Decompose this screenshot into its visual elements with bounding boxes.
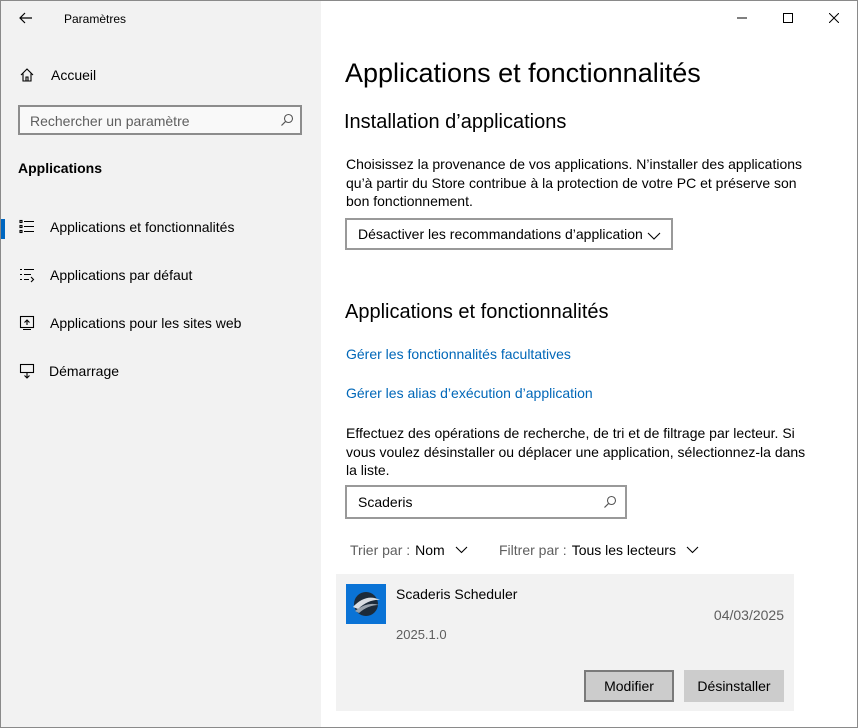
search-icon[interactable] xyxy=(280,113,294,132)
window-controls xyxy=(719,1,857,35)
sidebar-item-label: Démarrage xyxy=(49,363,120,379)
sort-label: Trier par : xyxy=(350,542,411,558)
minimize-icon xyxy=(737,17,747,19)
filter-label: Filtrer par : xyxy=(499,542,567,558)
settings-window: Paramètres Accueil Rechercher un paramèt… xyxy=(0,0,858,728)
app-install-date: 04/03/2025 xyxy=(713,607,784,623)
sidebar-item-label: Applications et fonctionnalités xyxy=(50,219,235,235)
app-list-item[interactable]: Scaderis Scheduler 04/03/2025 2025.1.0 M… xyxy=(336,574,794,711)
sidebar-item-default-apps[interactable]: Applications par défaut xyxy=(1,255,321,295)
sidebar-item-home-label: Accueil xyxy=(51,67,97,83)
settings-search-placeholder: Rechercher un paramètre xyxy=(30,113,190,129)
app-icon xyxy=(346,584,386,624)
app-search-input[interactable]: Scaderis xyxy=(345,485,627,519)
default-apps-icon xyxy=(18,266,36,284)
install-section-description: Choisissez la provenance de vos applicat… xyxy=(346,156,803,209)
selected-indicator xyxy=(1,219,5,239)
uninstall-button[interactable]: Désinstaller xyxy=(684,670,784,702)
apps-features-icon xyxy=(18,218,36,236)
sidebar: Paramètres Accueil Rechercher un paramèt… xyxy=(1,1,321,727)
apps-for-websites-icon xyxy=(18,314,36,332)
filter-value: Tous les lecteurs xyxy=(571,542,676,558)
chevron-down-icon xyxy=(455,546,468,554)
modify-button[interactable]: Modifier xyxy=(584,670,674,702)
main-content: Applications et fonctionnalités Installa… xyxy=(321,1,857,727)
search-icon[interactable] xyxy=(603,495,617,514)
app-install-source-dropdown[interactable]: Désactiver les recommandations d’applica… xyxy=(345,218,673,250)
chevron-down-icon xyxy=(647,228,661,246)
optional-features-link[interactable]: Gérer les fonctionnalités facultatives xyxy=(346,346,571,362)
sidebar-item-label: Applications pour les sites web xyxy=(50,315,242,331)
back-arrow-icon xyxy=(19,12,32,24)
sidebar-item-apps-websites[interactable]: Applications pour les sites web xyxy=(1,303,321,343)
maximize-icon xyxy=(783,13,793,23)
apps-section-description: Effectuez des opérations de recherche, d… xyxy=(346,425,806,478)
startup-icon xyxy=(18,362,36,380)
app-version: 2025.1.0 xyxy=(396,627,447,642)
dropdown-value: Désactiver les recommandations d’applica… xyxy=(358,226,643,242)
sort-value: Nom xyxy=(415,542,445,558)
app-name: Scaderis Scheduler xyxy=(396,586,518,602)
filter-dropdown[interactable]: Filtrer par : Tous les lecteurs xyxy=(499,542,699,558)
install-section-heading: Installation d’applications xyxy=(344,111,567,133)
chevron-down-icon xyxy=(686,546,699,554)
home-icon xyxy=(18,66,36,84)
window-title: Paramètres xyxy=(64,12,127,26)
sidebar-item-label: Applications par défaut xyxy=(50,267,193,283)
sidebar-item-startup[interactable]: Démarrage xyxy=(1,351,321,391)
sort-dropdown[interactable]: Trier par : Nom xyxy=(350,542,468,558)
page-title: Applications et fonctionnalités xyxy=(345,58,701,88)
maximize-button[interactable] xyxy=(765,1,811,35)
minimize-button[interactable] xyxy=(719,1,765,35)
sidebar-section-title: Applications xyxy=(18,160,103,176)
execution-alias-link[interactable]: Gérer les alias d’exécution d’applicatio… xyxy=(346,385,593,401)
back-button[interactable] xyxy=(11,5,41,31)
settings-search-input[interactable]: Rechercher un paramètre xyxy=(18,105,302,135)
sidebar-item-home[interactable]: Accueil xyxy=(1,55,321,95)
app-search-value: Scaderis xyxy=(358,494,413,510)
close-button[interactable] xyxy=(811,1,857,35)
sidebar-item-apps-features[interactable]: Applications et fonctionnalités xyxy=(1,207,321,247)
close-icon xyxy=(829,13,839,23)
apps-section-heading: Applications et fonctionnalités xyxy=(345,301,609,323)
